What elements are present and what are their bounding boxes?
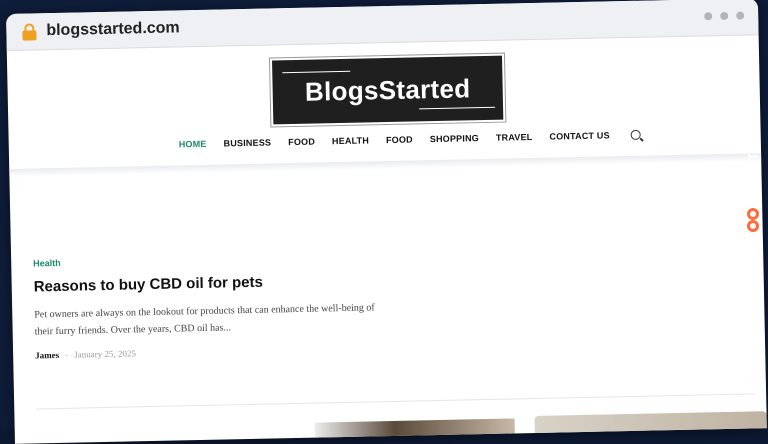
- browser-window: blogsstarted.com BlogsStarted HOME BUSIN…: [6, 0, 767, 444]
- post-author[interactable]: James: [35, 350, 59, 361]
- post-title[interactable]: Reasons to buy CBD oil for pets: [34, 271, 394, 296]
- logo-banner: BlogsStarted: [272, 55, 504, 125]
- window-controls: [704, 11, 745, 21]
- post-date: January 25, 2025: [74, 348, 136, 360]
- site-logo[interactable]: BlogsStarted: [268, 52, 507, 128]
- url-text[interactable]: blogsstarted.com: [46, 19, 180, 40]
- site-content: BlogsStarted HOME BUSINESS FOOD HEALTH F…: [7, 35, 767, 444]
- post-excerpt: Pet owners are always on the lookout for…: [34, 302, 375, 338]
- nav-item-health[interactable]: HEALTH: [332, 135, 369, 146]
- nav-item-food[interactable]: FOOD: [288, 137, 315, 148]
- window-dot-icon[interactable]: [736, 11, 745, 20]
- lock-icon: [22, 23, 37, 41]
- post-card: Health Reasons to buy CBD oil for pets P…: [33, 251, 395, 361]
- post-meta: James - January 25, 2025: [35, 343, 395, 361]
- logo-line: [282, 70, 351, 74]
- window-dot-icon[interactable]: [720, 11, 729, 21]
- link-icon: [745, 208, 761, 236]
- search-icon[interactable]: [630, 129, 641, 140]
- badge-text: GUESTPOSTLINKS: [745, 66, 761, 202]
- nav-item-business[interactable]: BUSINESS: [223, 137, 271, 148]
- main-nav: HOME BUSINESS FOOD HEALTH FOOD SHOPPING …: [179, 129, 641, 150]
- nav-divider: [9, 153, 762, 177]
- post-category[interactable]: Health: [33, 251, 393, 269]
- guestpostlinks-badge: GUESTPOSTLINKS: [740, 36, 766, 236]
- nav-item-home[interactable]: HOME: [179, 139, 207, 150]
- logo-line: [419, 106, 496, 110]
- nav-item-shopping[interactable]: SHOPPING: [430, 133, 479, 144]
- meta-separator: -: [65, 349, 69, 360]
- logo-text: BlogsStarted: [304, 72, 471, 107]
- nav-item-contact-us[interactable]: CONTACT US: [549, 130, 610, 141]
- post-thumbnail[interactable]: [314, 418, 516, 444]
- nav-item-food-2[interactable]: FOOD: [386, 135, 413, 146]
- section-divider: [36, 393, 755, 410]
- nav-item-travel[interactable]: TRAVEL: [496, 132, 533, 143]
- post-thumbnail[interactable]: [534, 411, 767, 444]
- window-dot-icon[interactable]: [704, 12, 713, 21]
